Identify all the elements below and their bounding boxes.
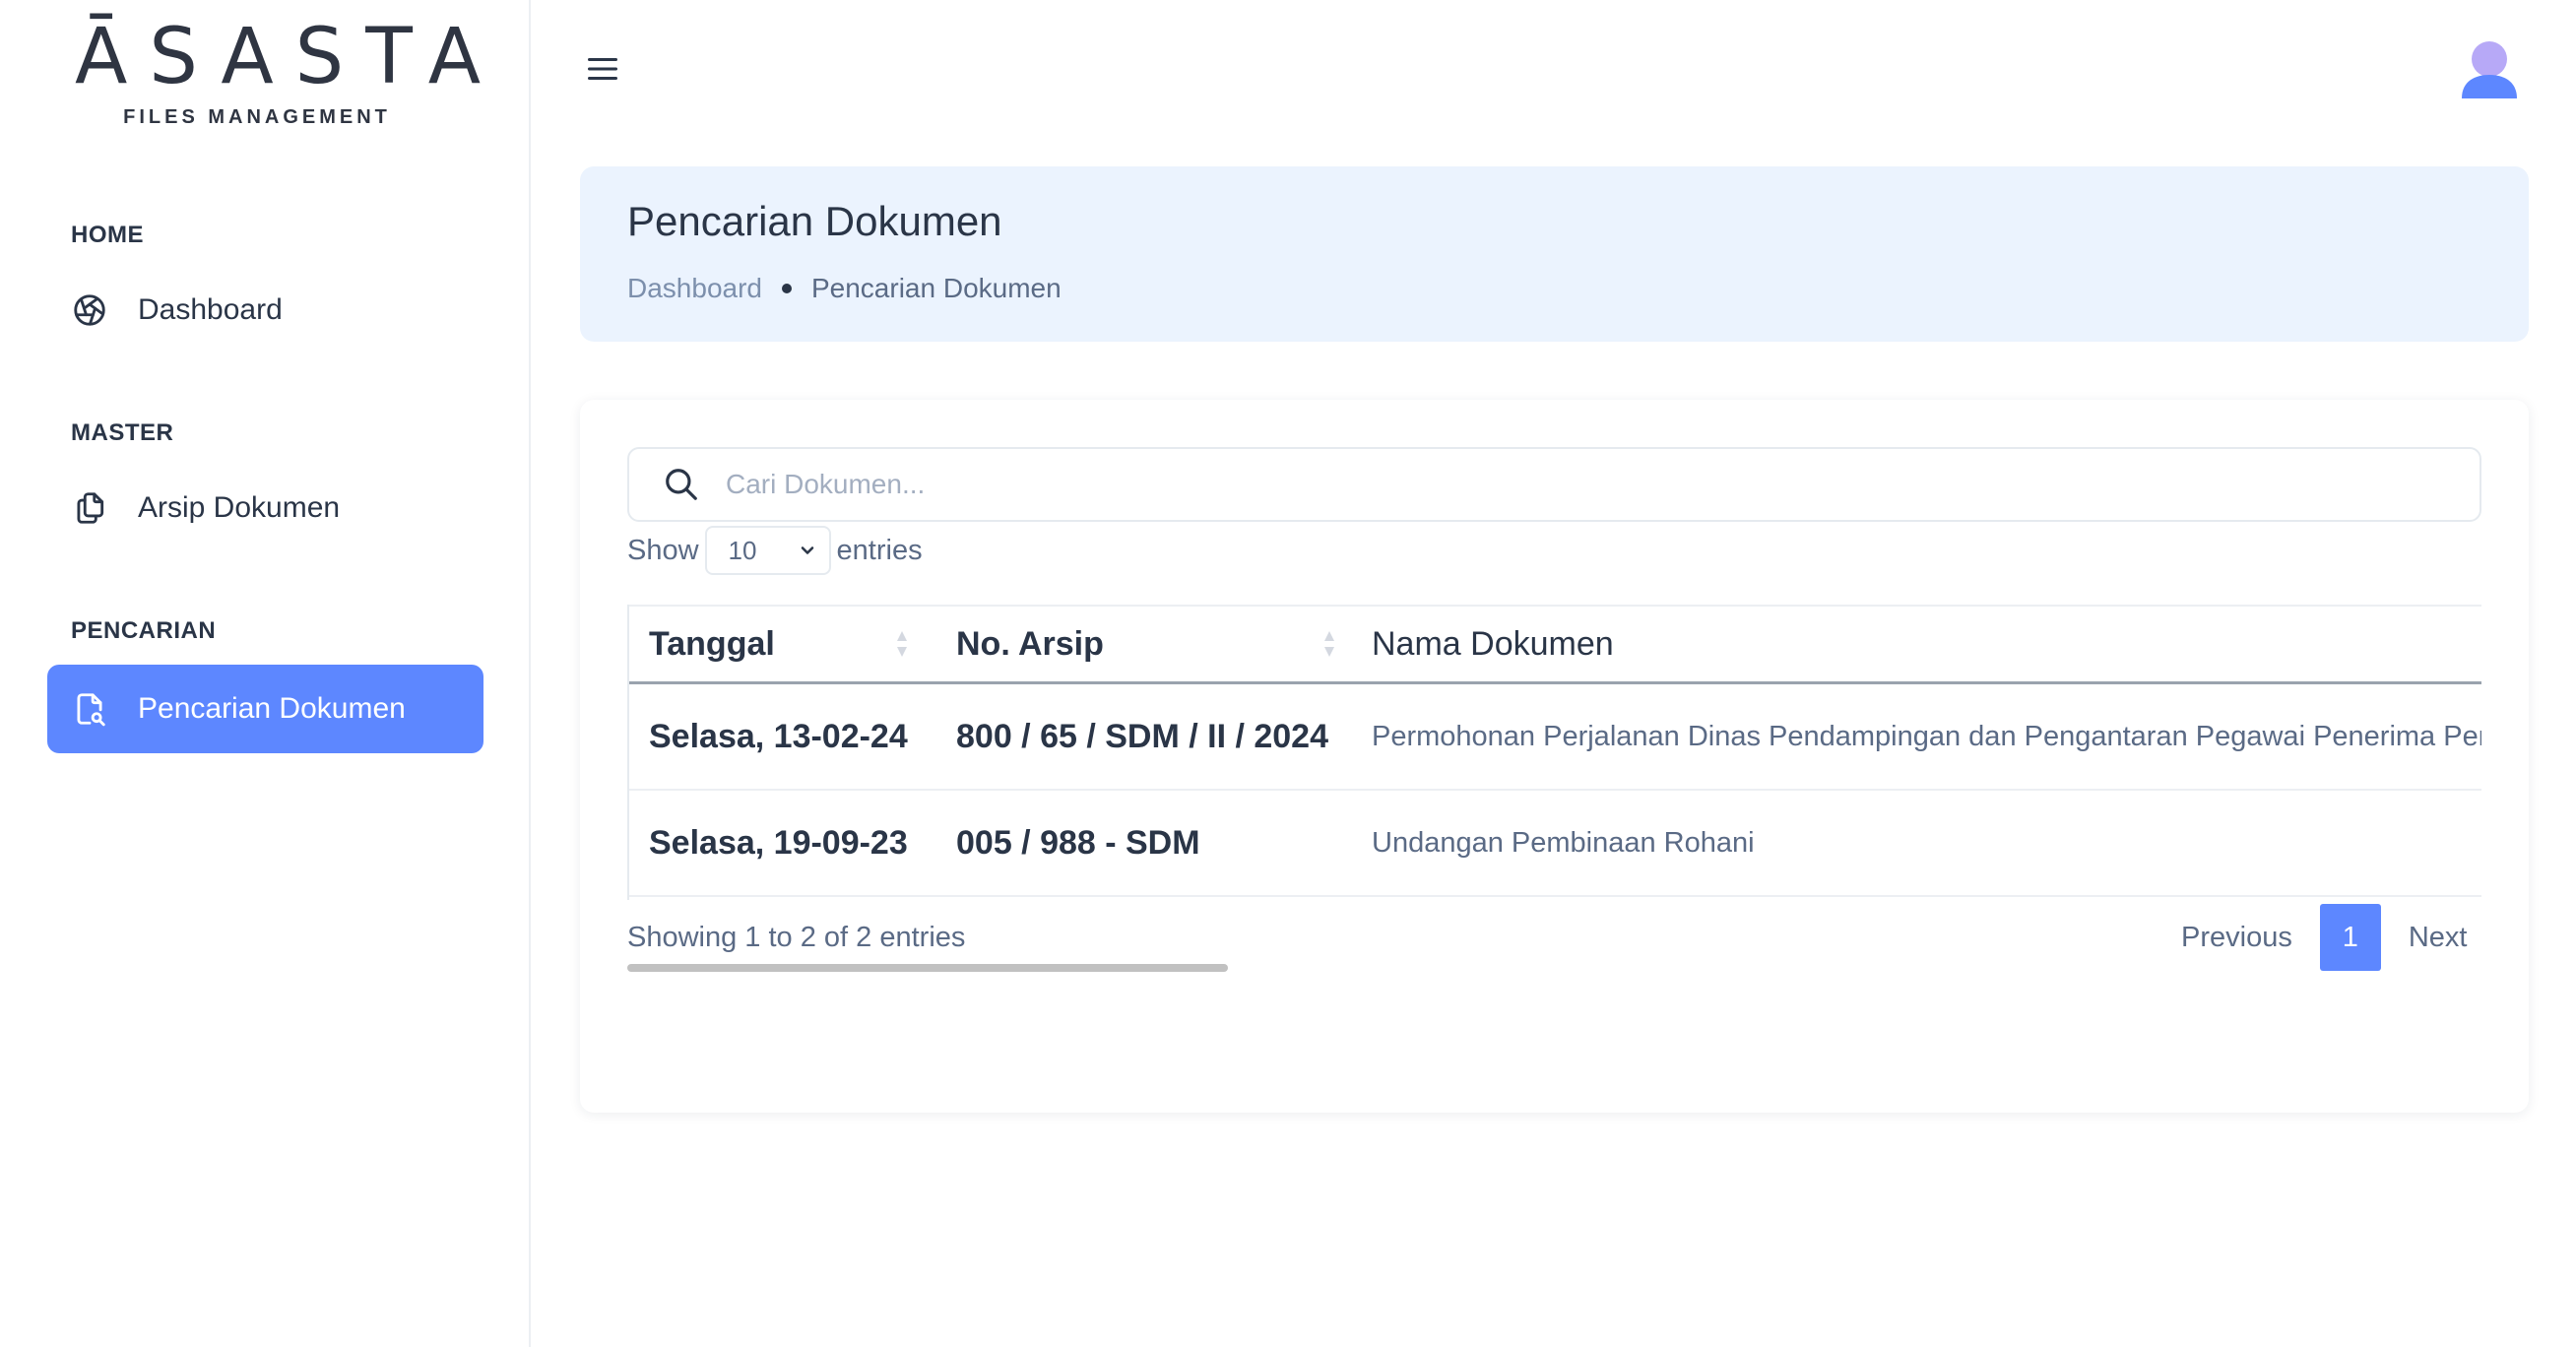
- logo[interactable]: ĀSASTA FILES MANAGEMENT: [65, 12, 503, 129]
- breadcrumb: Dashboard Pencarian Dokumen: [627, 273, 1062, 304]
- sidebar-item-pencarian-dokumen[interactable]: Pencarian Dokumen: [47, 665, 483, 753]
- length-suffix-label: entries: [836, 534, 923, 566]
- length-prefix-label: Show: [627, 534, 699, 566]
- cell-no-arsip: 800 / 65 / SDM / II / 2024: [936, 682, 1352, 791]
- nav-section-pencarian: PENCARIAN: [71, 617, 217, 644]
- nav-section-master: MASTER: [71, 419, 174, 446]
- page-title: Pencarian Dokumen: [627, 198, 1002, 244]
- sort-icon: [1324, 631, 1334, 657]
- sidebar-item-label: Arsip Dokumen: [138, 491, 341, 524]
- logo-subtitle: FILES MANAGEMENT: [123, 106, 391, 128]
- next-page-button[interactable]: Next: [2381, 922, 2495, 954]
- sidebar-item-dashboard[interactable]: Dashboard: [47, 266, 483, 354]
- table-info-text: Showing 1 to 2 of 2 entries: [627, 922, 966, 953]
- entries-length-control: Show 10 entries: [627, 526, 923, 575]
- file-search-icon: [69, 688, 110, 730]
- column-header-nama-dokumen[interactable]: Nama Dokumen: [1352, 605, 2481, 684]
- entries-per-page-select[interactable]: 10: [704, 526, 831, 575]
- table-header-row: Tanggal No. Arsip Nama Dokumen: [629, 605, 2481, 684]
- table-row[interactable]: Selasa, 13-02-24 800 / 65 / SDM / II / 2…: [629, 682, 2481, 791]
- search-input[interactable]: [724, 468, 2402, 501]
- sidebar-item-arsip-dokumen[interactable]: Arsip Dokumen: [47, 464, 483, 552]
- results-table-container[interactable]: Tanggal No. Arsip Nama Dokumen Selasa, 1…: [627, 605, 2481, 900]
- table-row[interactable]: Selasa, 19-09-23 005 / 988 - SDM Undanga…: [629, 790, 2481, 897]
- aperture-icon: [69, 289, 110, 331]
- previous-page-button[interactable]: Previous: [2154, 922, 2320, 954]
- cell-no-arsip: 005 / 988 - SDM: [936, 790, 1352, 897]
- breadcrumb-current: Pencarian Dokumen: [810, 273, 1062, 303]
- column-label: Tanggal: [649, 624, 775, 663]
- cell-tanggal: Selasa, 19-09-23: [629, 790, 936, 897]
- page-header-card: Pencarian Dokumen Dashboard Pencarian Do…: [580, 166, 2529, 342]
- column-label: No. Arsip: [956, 624, 1104, 663]
- column-header-tanggal[interactable]: Tanggal: [629, 605, 936, 684]
- column-header-no-arsip[interactable]: No. Arsip: [936, 605, 1352, 684]
- breadcrumb-separator: [781, 284, 792, 293]
- horizontal-scrollbar[interactable]: [627, 964, 1228, 972]
- search-box: [627, 447, 2481, 522]
- search-results-card: Show 10 entries Tanggal No. Ars: [580, 400, 2529, 1113]
- user-avatar-button[interactable]: [2458, 37, 2521, 104]
- cell-nama-dokumen[interactable]: Permohonan Perjalanan Dinas Pendampingan…: [1352, 682, 2481, 791]
- page-1-button[interactable]: 1: [2319, 904, 2381, 971]
- sidebar: ĀSASTA FILES MANAGEMENT HOME Dashboard M…: [0, 0, 531, 1347]
- breadcrumb-dashboard-link[interactable]: Dashboard: [627, 273, 762, 304]
- search-icon: [659, 462, 704, 507]
- results-table: Tanggal No. Arsip Nama Dokumen Selasa, 1…: [629, 605, 2481, 897]
- nav-section-home: HOME: [71, 222, 144, 248]
- column-label: Nama Dokumen: [1372, 624, 1614, 663]
- copy-icon: [69, 487, 110, 529]
- hamburger-menu-button[interactable]: [583, 49, 622, 89]
- entries-per-page-value: 10: [728, 535, 757, 565]
- user-avatar-icon: [2462, 41, 2517, 98]
- logo-title: ĀSASTA: [75, 13, 503, 101]
- chevron-down-icon: [801, 546, 813, 554]
- cell-tanggal: Selasa, 13-02-24: [629, 682, 936, 791]
- sidebar-item-label: Dashboard: [138, 293, 283, 326]
- sort-icon: [897, 631, 907, 657]
- cell-nama-dokumen[interactable]: Undangan Pembinaan Rohani: [1352, 790, 2481, 897]
- pagination: Previous 1 Next: [2154, 904, 2494, 971]
- sidebar-item-label: Pencarian Dokumen: [138, 692, 406, 725]
- hamburger-icon: [588, 58, 617, 80]
